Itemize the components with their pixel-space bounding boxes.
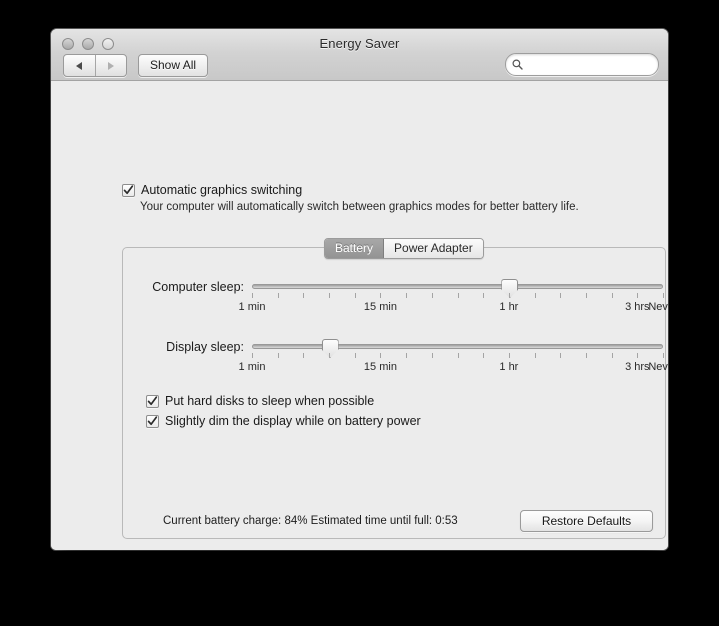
tick-label: 15 min xyxy=(363,361,397,373)
tick-mark xyxy=(663,293,664,298)
tick-mark xyxy=(535,293,536,298)
tick-mark xyxy=(637,293,638,298)
window-title: Energy Saver xyxy=(319,36,400,51)
display-sleep-tick-labels: 1 min 15 min 1 hr 3 hrsNever xyxy=(239,361,668,375)
checkbox-box xyxy=(146,395,159,408)
chevron-left-icon xyxy=(76,61,83,70)
back-button[interactable] xyxy=(64,55,96,76)
window-titlebar: Energy Saver Show All xyxy=(51,29,668,81)
tick-mark xyxy=(406,353,407,358)
tick-mark xyxy=(663,353,664,358)
tick-mark xyxy=(355,293,356,298)
search-field[interactable] xyxy=(505,53,659,76)
slightly-dim-display-label: Slightly dim the display while on batter… xyxy=(165,414,421,428)
forward-button[interactable] xyxy=(96,55,127,76)
tick-mark xyxy=(329,353,330,358)
tick-mark xyxy=(535,353,536,358)
display-sleep-tickmarks xyxy=(252,353,664,359)
checkmark-icon xyxy=(147,416,158,426)
tick-label: 1 hr xyxy=(499,301,519,313)
tick-mark xyxy=(278,293,279,298)
tick-mark xyxy=(303,293,304,298)
sleep-settings-panel: Computer sleep: 1 min15 min1 hr3 hrsNeve… xyxy=(122,247,668,539)
tick-label: 1 hr xyxy=(499,361,519,373)
tick-mark xyxy=(278,353,279,358)
tick-mark xyxy=(586,353,587,358)
checkbox-box xyxy=(122,184,135,197)
tick-mark xyxy=(612,353,613,358)
tick-mark xyxy=(560,353,561,358)
tick-mark xyxy=(380,293,381,298)
tick-mark xyxy=(586,293,587,298)
tick-label: Never xyxy=(648,301,668,313)
computer-sleep-tickmarks xyxy=(252,293,664,299)
battery-status-text: Current battery charge: 84% Estimated ti… xyxy=(163,515,458,527)
search-input[interactable] xyxy=(525,57,645,72)
tick-mark xyxy=(432,293,433,298)
tick-mark xyxy=(329,293,330,298)
search-icon xyxy=(512,59,523,70)
display-sleep-slider[interactable] xyxy=(252,339,663,358)
automatic-graphics-switching-description: Your computer will automatically switch … xyxy=(140,201,579,213)
tab-power-adapter[interactable]: Power Adapter xyxy=(384,239,483,258)
tick-mark xyxy=(483,353,484,358)
slightly-dim-display-checkbox[interactable]: Slightly dim the display while on batter… xyxy=(146,415,421,428)
display-sleep-label: Display sleep: xyxy=(166,340,244,354)
computer-sleep-tick-labels: 1 min 15 min 1 hr 3 hrsNever xyxy=(239,301,668,315)
computer-sleep-slider-row: Computer sleep: 1 min 15 min 1 hr 3 hrsNeve… xyxy=(152,279,668,313)
tick-mark xyxy=(380,353,381,358)
tick-mark xyxy=(509,293,510,298)
computer-sleep-slider[interactable] xyxy=(252,279,663,298)
tick-mark xyxy=(612,293,613,298)
tick-label: 1 min xyxy=(238,301,266,313)
tick-label: 3 hrs xyxy=(625,361,650,373)
tick-mark xyxy=(252,353,253,358)
navigation-segmented-control xyxy=(63,54,127,77)
put-hard-disks-to-sleep-checkbox[interactable]: Put hard disks to sleep when possible xyxy=(146,395,374,408)
tick-mark xyxy=(560,293,561,298)
tick-mark xyxy=(355,353,356,358)
tick-label: 1 min xyxy=(238,361,266,373)
automatic-graphics-switching-label: Automatic graphics switching xyxy=(141,183,303,197)
power-source-tabs: Battery Power Adapter xyxy=(324,238,484,259)
preferences-body: Automatic graphics switching Your comput… xyxy=(51,81,668,550)
checkmark-icon xyxy=(147,396,158,406)
tick-label: 15 min xyxy=(363,301,397,313)
tick-mark xyxy=(303,353,304,358)
put-hard-disks-to-sleep-label: Put hard disks to sleep when possible xyxy=(165,394,375,408)
tick-label: 3 hrs xyxy=(625,301,650,313)
tab-battery[interactable]: Battery xyxy=(325,239,385,258)
display-sleep-slider-row: Display sleep: 1 min 15 min 1 hr 3 hrsNever xyxy=(166,339,668,373)
tick-mark xyxy=(432,353,433,358)
checkbox-box xyxy=(146,415,159,428)
tick-mark xyxy=(509,353,510,358)
restore-defaults-button[interactable]: Restore Defaults xyxy=(520,510,653,532)
tick-mark xyxy=(458,293,459,298)
tick-mark xyxy=(483,293,484,298)
show-all-button[interactable]: Show All xyxy=(138,54,209,77)
tick-mark xyxy=(458,353,459,358)
computer-sleep-label: Computer sleep: xyxy=(152,280,244,294)
tick-label: Never xyxy=(648,361,668,373)
tick-mark xyxy=(637,353,638,358)
automatic-graphics-switching-checkbox[interactable]: Automatic graphics switching xyxy=(122,184,302,197)
checkmark-icon xyxy=(123,185,134,195)
energy-saver-window: Energy Saver Show All Automatic graphics… xyxy=(51,29,668,550)
chevron-right-icon xyxy=(107,61,114,70)
tick-mark xyxy=(406,293,407,298)
tick-mark xyxy=(252,293,253,298)
